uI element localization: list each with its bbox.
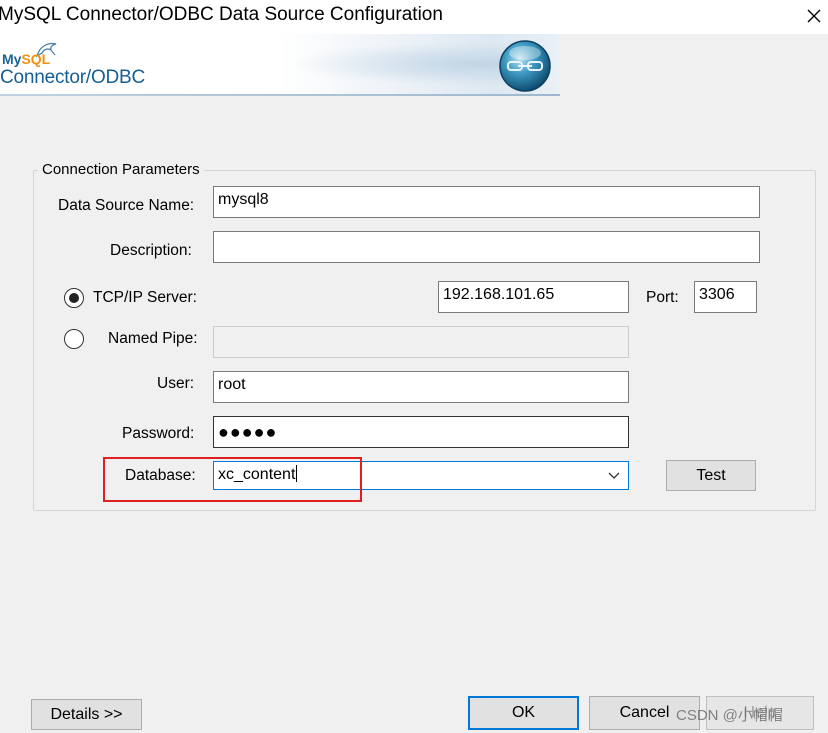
chevron-down-icon[interactable]: [608, 472, 620, 480]
database-value: xc_content: [218, 466, 296, 483]
odbc-config-window: MySQL Connector/ODBC Data Source Configu…: [0, 0, 828, 733]
port-label: Port:: [646, 289, 679, 306]
banner-swoosh: [290, 42, 520, 86]
dsn-value: mysql8: [218, 191, 269, 208]
close-icon: [807, 9, 821, 23]
mysql-logo: MySQL: [2, 51, 50, 67]
port-value: 3306: [699, 286, 735, 303]
logo-sql-text: SQL: [21, 51, 51, 67]
dsn-label: Data Source Name:: [58, 197, 195, 214]
tcpip-label: TCP/IP Server:: [93, 289, 197, 306]
radio-selected-dot: [69, 293, 79, 303]
user-label: User:: [157, 375, 195, 392]
watermark: CSDN @小帽帽: [676, 707, 783, 724]
product-banner: MySQL Connector/ODBC: [0, 34, 560, 96]
logo-my-text: My: [2, 51, 22, 67]
user-input[interactable]: root: [213, 371, 629, 403]
database-combobox[interactable]: xc_content: [213, 461, 629, 490]
test-button[interactable]: Test: [666, 460, 756, 491]
named-pipe-label: Named Pipe:: [108, 330, 198, 347]
window-title: MySQL Connector/ODBC Data Source Configu…: [0, 4, 443, 25]
description-input[interactable]: [213, 231, 760, 263]
connector-orb-icon: [499, 40, 551, 92]
server-input[interactable]: 192.168.101.65: [438, 281, 629, 313]
text-caret: [296, 465, 298, 482]
password-input[interactable]: ●●●●●: [213, 416, 629, 448]
password-value: ●●●●●: [218, 422, 278, 442]
server-value: 192.168.101.65: [443, 286, 555, 303]
ok-button[interactable]: OK: [468, 696, 579, 730]
details-button[interactable]: Details >>: [31, 699, 142, 730]
password-label: Password:: [122, 425, 195, 442]
group-legend: Connection Parameters: [38, 161, 204, 178]
banner-divider: [0, 94, 560, 96]
title-bar: MySQL Connector/ODBC Data Source Configu…: [0, 0, 828, 34]
description-label: Description:: [110, 242, 192, 259]
port-input[interactable]: 3306: [694, 281, 757, 313]
dsn-input[interactable]: mysql8: [213, 186, 760, 218]
user-value: root: [218, 376, 246, 393]
close-button[interactable]: [800, 2, 828, 30]
tcpip-radio[interactable]: [64, 288, 84, 308]
named-pipe-input[interactable]: [213, 326, 629, 358]
product-name: Connector/ODBC: [0, 67, 146, 88]
named-pipe-radio[interactable]: [64, 329, 84, 349]
database-label: Database:: [125, 467, 196, 484]
